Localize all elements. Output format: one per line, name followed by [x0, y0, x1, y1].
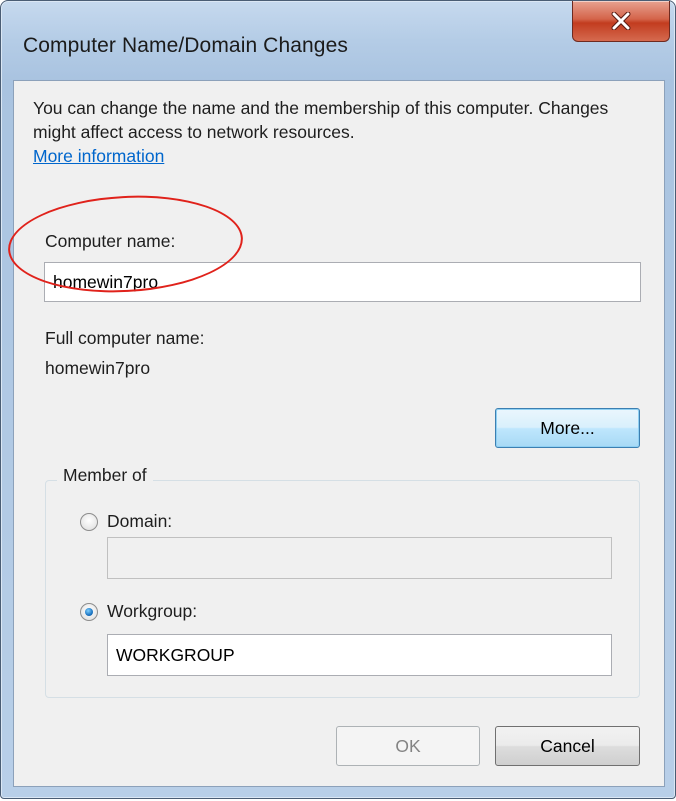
window-title: Computer Name/Domain Changes [23, 34, 348, 57]
ok-button[interactable]: OK [336, 726, 480, 766]
computer-name-label: Computer name: [45, 231, 176, 251]
intro-text-block: You can change the name and the membersh… [33, 96, 653, 168]
member-of-legend: Member of [57, 465, 153, 486]
cancel-button[interactable]: Cancel [495, 726, 640, 766]
domain-radio[interactable] [80, 513, 98, 531]
workgroup-label: Workgroup: [107, 601, 198, 621]
workgroup-input[interactable] [107, 634, 612, 676]
full-computer-name-value: homewin7pro [45, 358, 151, 378]
domain-label: Domain: [107, 511, 173, 531]
computer-name-input[interactable] [44, 262, 641, 302]
title-bar[interactable]: Computer Name/Domain Changes [1, 1, 675, 87]
close-x-icon [611, 12, 631, 30]
workgroup-radio[interactable] [80, 603, 98, 621]
more-information-link[interactable]: More information [33, 146, 164, 166]
intro-description: You can change the name and the membersh… [33, 98, 609, 142]
radio-selected-dot [85, 608, 93, 616]
more-button[interactable]: More... [495, 408, 640, 448]
full-computer-name-label: Full computer name: [45, 328, 205, 348]
domain-input[interactable] [107, 537, 612, 579]
close-button[interactable] [572, 1, 670, 42]
